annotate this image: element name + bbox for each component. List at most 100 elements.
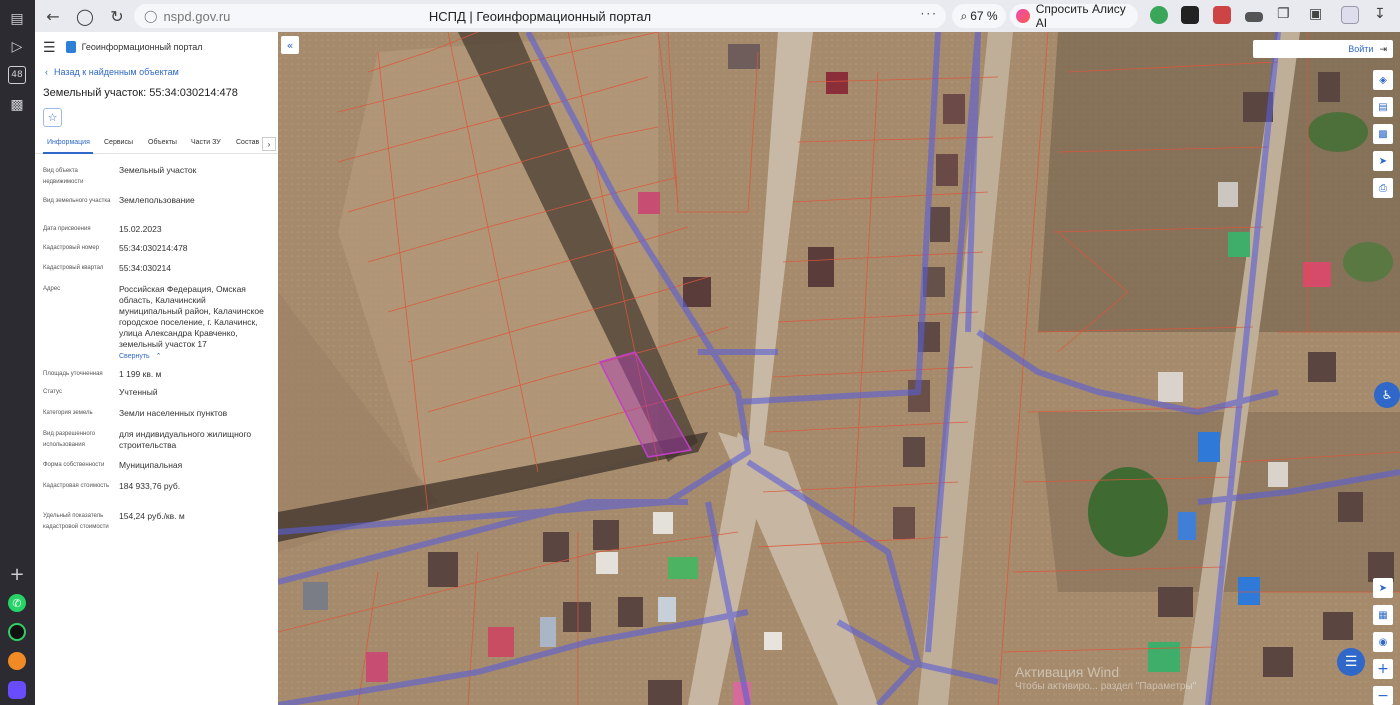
whatsapp-icon[interactable]: ✆ [8, 594, 26, 612]
login-icon: ⇥ [1379, 43, 1387, 54]
field-value: для индивидуального жилищного строительс… [119, 429, 252, 450]
field-value: 184 933,76 руб. [119, 481, 181, 491]
field-label: Вид разрешенного использования [43, 431, 96, 448]
field-label: Статус [43, 389, 62, 395]
portal-name: Геоинформационный портал [81, 42, 203, 52]
field-value: 154,24 руб./кв. м [119, 511, 185, 521]
browser-sidebar: ▤ ▷ 48 ▩ + ✆ [0, 0, 35, 705]
play-icon[interactable]: ▷ [8, 38, 26, 56]
field-label: Кадастровый номер [43, 245, 100, 251]
collections-icon[interactable]: ▣ [1309, 6, 1327, 24]
watermark-title: Активация Wind [1015, 664, 1120, 680]
field-value: 55:34:030214:478 [119, 243, 188, 253]
field-value: Учтенный [119, 387, 158, 397]
layers-icon[interactable]: ◈ [1373, 70, 1393, 90]
login-button[interactable]: Войти ⇥ [1253, 40, 1393, 58]
zoom-in-button[interactable]: + [1373, 659, 1393, 679]
gallery-icon[interactable]: ▩ [8, 96, 26, 114]
tabs-icon[interactable]: ▤ [8, 10, 26, 28]
chevron-up-icon: ⌃ [155, 353, 162, 360]
zoom-button[interactable]: ⌕ 67 % [952, 4, 1006, 28]
zoom-label: 67 % [970, 9, 998, 23]
chevron-left-icon: ‹ [45, 67, 48, 77]
panel-header: ☰ Геоинформационный портал [43, 38, 203, 56]
more-icon[interactable]: ··· [921, 7, 938, 21]
tab-objects[interactable]: Объекты [148, 139, 177, 146]
watermark-subtitle: Чтобы активиро... раздел "Параметры" [1015, 681, 1197, 692]
zoom-out-button[interactable]: − [1373, 686, 1393, 705]
field-value: 15.02.2023 [119, 224, 162, 234]
tab-services[interactable]: Сервисы [104, 139, 133, 146]
alice-label: Спросить Алису AI [1035, 2, 1126, 30]
reload-icon[interactable]: ↻ [102, 1, 132, 31]
app-icon[interactable] [8, 681, 26, 699]
yandex-icon[interactable]: ◯ [70, 1, 100, 31]
page-title: НСПД | Геоинформационный портал [428, 8, 652, 24]
map-canvas[interactable]: Активация Wind Чтобы активиро... раздел … [278, 32, 1400, 705]
tab-information[interactable]: Информация [47, 139, 90, 146]
pin-icon[interactable]: ◉ [1373, 632, 1393, 652]
field-label: Площадь уточненная [43, 371, 103, 377]
zoom-search-icon: ⌕ [960, 8, 968, 23]
mail-icon[interactable] [8, 652, 26, 670]
field-value: 55:34:030214 [119, 263, 171, 273]
shield-icon: ◯ [144, 9, 158, 23]
share-icon[interactable]: ➤ [1373, 151, 1393, 171]
field-value: 1 199 кв. м [119, 369, 162, 379]
address-bar[interactable]: ◯ nspd.gov.ru НСПД | Геоинформационный п… [134, 4, 946, 28]
print-icon[interactable]: ⎙ [1373, 178, 1393, 198]
accessibility-icon[interactable]: ♿ [1374, 382, 1400, 408]
object-title: Земельный участок: 55:34:030214:478 [43, 87, 238, 99]
field-value: Землепользование [119, 195, 195, 205]
field-label: Кадастровая стоимость [43, 483, 110, 489]
field-label: Вид земельного участка [43, 198, 111, 204]
field-label: Форма собственности [43, 462, 105, 468]
back-to-results-link[interactable]: ‹ Назад к найденным объектам [45, 67, 179, 77]
tabs-next-button[interactable]: › [262, 137, 276, 151]
url-text: nspd.gov.ru [163, 8, 231, 24]
field-label: Дата присвоения [43, 226, 91, 232]
image-icon[interactable]: ▩ [1373, 124, 1393, 144]
satellite-map [278, 32, 1400, 705]
alice-button[interactable]: Спросить Алису AI [1010, 2, 1138, 30]
info-tabs: Информация Сервисы Объекты Части ЗУ Сост… [35, 134, 278, 154]
field-label: Вид объекта недвижимости [43, 168, 84, 185]
favorite-star-button[interactable]: ☆ [43, 108, 62, 127]
extension-avatar-icon[interactable] [1213, 6, 1231, 24]
extension-hat-icon[interactable] [1245, 12, 1263, 22]
extension-shield-icon[interactable] [1150, 6, 1168, 24]
badge-icon[interactable]: 48 [8, 66, 26, 84]
tab-parts[interactable]: Части ЗУ [191, 139, 221, 146]
map-type-icon[interactable]: ▦ [1373, 605, 1393, 625]
field-label: Кадастровый квартал [43, 265, 104, 271]
browser-toolbar: ← ◯ ↻ ◯ nspd.gov.ru НСПД | Геоинформацио… [0, 0, 1400, 32]
field-label: Удельный показатель кадастровой стоимост… [43, 513, 109, 530]
profile-icon[interactable] [1341, 6, 1359, 24]
object-info-panel: ☰ Геоинформационный портал ‹ Назад к найд… [35, 32, 278, 705]
field-value: Земли населенных пунктов [119, 408, 228, 418]
windows-activation-watermark: Активация Wind Чтобы активиро... раздел … [1015, 664, 1196, 692]
collapse-address-link[interactable]: Свернуть ⌃ [119, 352, 162, 360]
extension-x-icon[interactable] [1181, 6, 1199, 24]
back-link-label: Назад к найденным объектам [54, 67, 179, 77]
add-icon[interactable]: + [8, 564, 26, 585]
field-value: Земельный участок [119, 165, 197, 175]
collapse-panel-button[interactable]: « [281, 36, 299, 54]
extensions-puzzle-icon[interactable]: ❐ [1277, 6, 1295, 24]
field-label: Категория земель [43, 410, 93, 416]
collapse-label: Свернуть [119, 353, 150, 360]
ruler-icon[interactable]: ▤ [1373, 97, 1393, 117]
menu-icon[interactable]: ☰ [43, 39, 56, 56]
field-label: Адрес [43, 286, 61, 292]
tab-composition[interactable]: Состав [236, 139, 259, 146]
back-arrow-icon[interactable]: ← [38, 1, 68, 31]
chat-button[interactable]: ☰ [1337, 648, 1365, 676]
login-label: Войти [1348, 44, 1374, 54]
downloads-icon[interactable]: ↧ [1374, 6, 1392, 24]
locate-icon[interactable]: ➤ [1373, 578, 1393, 598]
active-tab-indicator [43, 152, 93, 154]
alice-icon [1016, 9, 1030, 23]
messenger-icon[interactable] [8, 623, 26, 641]
field-value: Муниципальная [119, 460, 183, 470]
address-value: Российская Федерация, Омская область, Ка… [119, 284, 264, 349]
